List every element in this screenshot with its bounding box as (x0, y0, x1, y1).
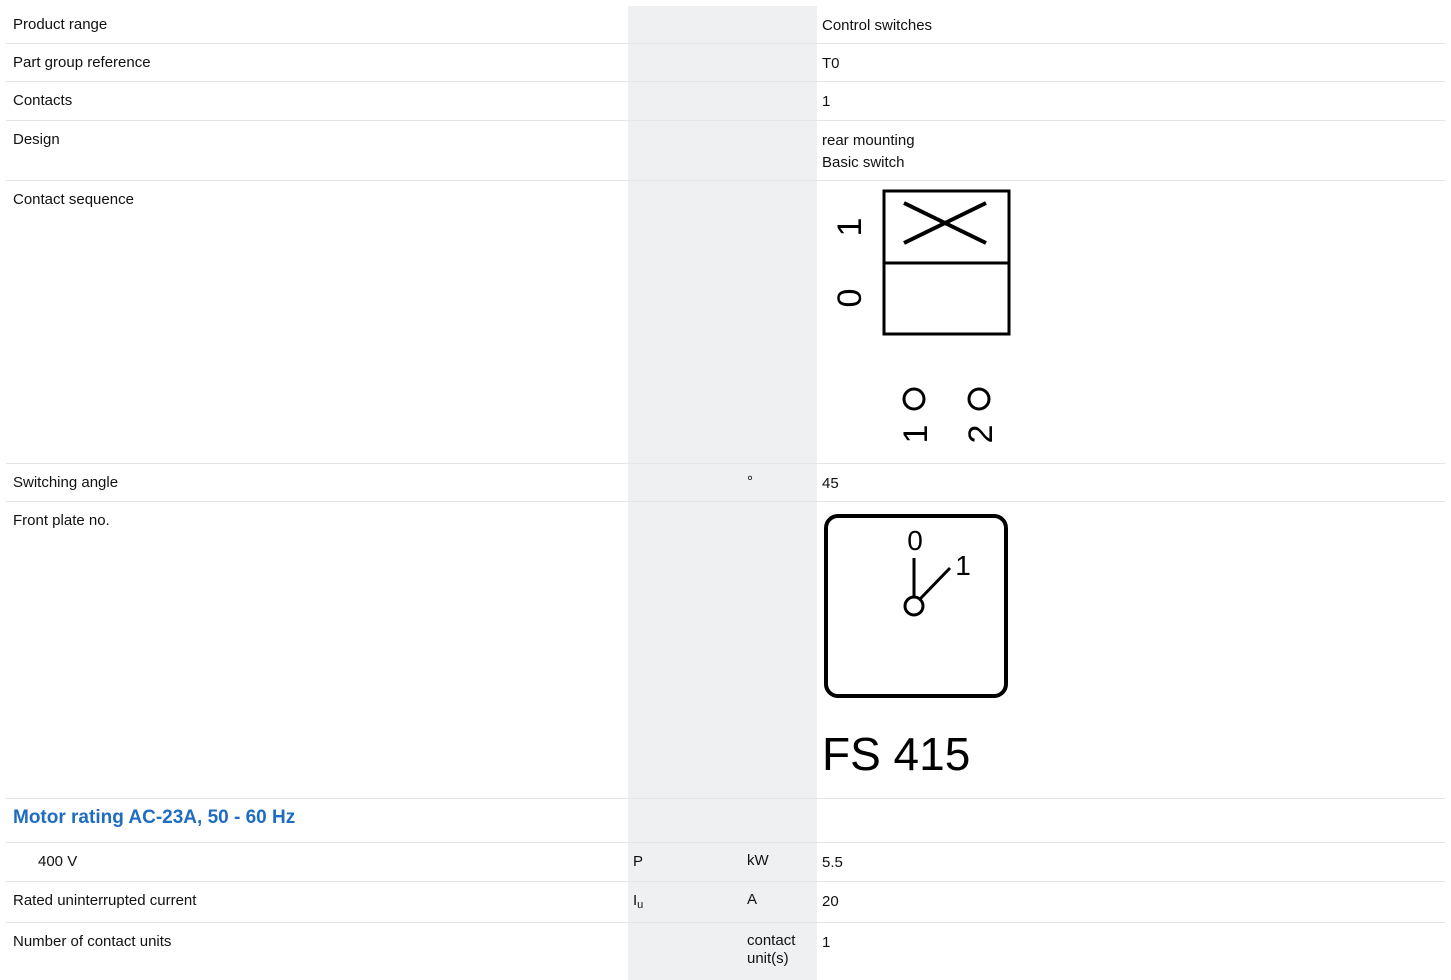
row-label: Product range (13, 16, 108, 33)
row-contact-sequence: Contact sequence 1 0 1 2 (6, 181, 1445, 464)
row-motor-400v: 400 V P kW 5.5 (6, 843, 1445, 882)
row-label: Design (13, 131, 60, 148)
row-contact-units: Number of contact units contact unit(s) … (6, 923, 1445, 980)
row-switching-angle: Switching angle ° 45 (6, 464, 1445, 502)
position-label-0: 0 (831, 289, 869, 308)
terminal-label-1: 1 (897, 425, 935, 444)
row-value: Control switches (822, 17, 933, 34)
row-unit: kW (747, 852, 769, 869)
row-value: 20 (822, 893, 839, 910)
row-label: Contacts (13, 92, 73, 109)
symbol-subscript: u (637, 899, 644, 911)
row-value: 1 (822, 934, 831, 951)
row-value: rear mounting Basic switch (822, 130, 915, 174)
front-plate-code: FS 415 (822, 728, 970, 780)
row-motor-section: Motor rating AC-23A, 50 - 60 Hz (6, 799, 1445, 843)
handle-pivot (903, 595, 925, 617)
row-product-range: Product range Control switches (6, 6, 1445, 44)
row-front-plate: Front plate no. 0 1 FS 415 (6, 502, 1445, 799)
row-contacts: Contacts 1 (6, 82, 1445, 121)
plate-position-1: 1 (955, 550, 971, 581)
handle-position-1 (918, 566, 952, 601)
contact-sequence-diagram: 1 0 1 2 (831, 189, 1011, 444)
row-unit: ° (747, 473, 753, 490)
row-label: 400 V (38, 853, 78, 870)
row-unit: contact unit(s) (747, 932, 796, 967)
plate-position-0: 0 (907, 525, 923, 556)
row-symbol: Iu (633, 891, 643, 915)
terminal-circle-2 (967, 387, 991, 411)
row-unit: A (747, 891, 758, 908)
datasheet: Product range Control switches Part grou… (0, 0, 1451, 980)
row-value: 1 (822, 93, 831, 110)
design-value-1: rear mounting (822, 132, 915, 149)
row-rated-current: Rated uninterrupted current Iu A 20 (6, 882, 1445, 923)
front-plate-diagram: 0 1 FS 415 (822, 514, 1008, 780)
row-label: Part group reference (13, 54, 151, 71)
terminal-label-2: 2 (962, 425, 1000, 444)
position-label-1: 1 (831, 218, 869, 237)
design-value-2: Basic switch (822, 154, 905, 171)
row-design: Design rear mounting Basic switch (6, 121, 1445, 181)
row-label: Switching angle (13, 474, 119, 491)
row-value: T0 (822, 55, 840, 72)
section-title: Motor rating AC-23A, 50 - 60 Hz (13, 807, 296, 828)
row-value: 45 (822, 475, 839, 492)
row-symbol: P (633, 853, 644, 870)
row-label: Rated uninterrupted current (13, 892, 197, 909)
row-part-group: Part group reference T0 (6, 44, 1445, 82)
row-value: 5.5 (822, 854, 843, 871)
row-label: Number of contact units (13, 933, 172, 950)
terminal-circle-1 (902, 387, 926, 411)
